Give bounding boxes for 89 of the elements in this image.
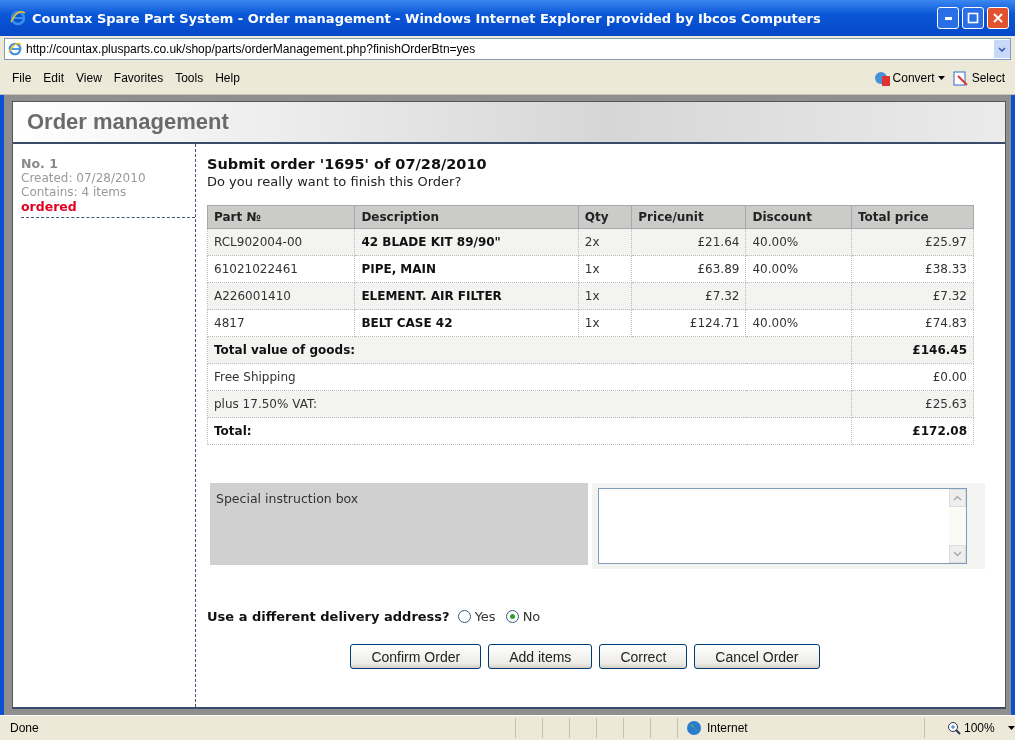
arrow-up-icon [953,495,962,501]
confirm-question: Do you really want to finish this Order? [207,174,463,189]
zoom-control[interactable]: 100% [924,718,1015,738]
column-header: Price/unit [631,205,746,229]
table-cell: ELEMENT. AIR FILTER [354,282,579,310]
column-header: Part № [207,205,355,229]
table-cell: 1x [578,282,632,310]
order-number: No. 1 [21,156,59,171]
close-icon [992,12,1004,24]
table-cell: 40.00% [745,255,852,283]
summary-label: Free Shipping [207,363,852,391]
action-button[interactable]: Add items [488,644,593,669]
summary-label: Total value of goods: [207,336,852,364]
radio-button[interactable] [457,610,471,623]
arrow-down-icon [953,551,962,557]
item-count: Contains: 4 items [21,185,128,199]
status-text: Done [9,721,40,735]
menu-item[interactable]: Favorites [107,71,170,85]
action-button[interactable]: Correct [599,644,688,669]
caret-icon [1007,726,1015,730]
radio-option[interactable]: No [505,609,541,624]
summary-label: Total: [207,417,852,445]
menu-item[interactable]: Edit [37,71,71,85]
instruction-label: Special instruction box [210,483,588,565]
maximize-icon [967,12,979,24]
page-heading: Order management [13,102,1005,144]
page-icon [8,42,22,56]
table-cell: 4817 [207,309,355,337]
summary-label: plus 17.50% VAT: [207,390,852,418]
table-cell: 1x [578,255,632,283]
menu-item[interactable]: View [70,71,108,85]
summary-value: £25.63 [851,390,974,418]
table-cell: BELT CASE 42 [354,309,579,337]
menu-item[interactable]: Tools [169,71,210,85]
delivery-question: Use a different delivery address? [207,609,450,624]
table-cell: A226001410 [207,282,355,310]
order-title: Submit order '1695' of 07/28/2010 [207,156,488,172]
toolbar-button[interactable]: Select [948,70,1009,86]
table-cell: 40.00% [745,309,852,337]
column-header: Qty [578,205,632,229]
radio-option[interactable]: Yes [457,609,496,624]
table-cell: 61021022461 [207,255,355,283]
summary-value: £146.45 [851,336,974,364]
globe-icon [873,70,890,86]
table-cell: £38.33 [851,255,974,283]
summary-value: £0.00 [851,363,974,391]
menu-item[interactable]: File [6,71,38,85]
table-cell: £7.32 [851,282,974,310]
column-header: Total price [851,205,974,229]
instruction-field[interactable] [598,488,967,564]
action-button[interactable]: Confirm Order [350,644,482,669]
globe-icon [686,720,702,736]
browser-logo-icon [10,10,26,26]
table-cell: £7.32 [631,282,746,310]
toolbar-button[interactable]: Convert [869,70,949,86]
table-cell: 40.00% [745,228,852,256]
radio-label: Yes [474,609,496,624]
menu-item[interactable]: Help [209,71,246,85]
radio-button[interactable] [505,610,519,623]
created-date: Created: 07/28/2010 [21,171,147,185]
address-dropdown-button[interactable] [994,40,1010,58]
caret-icon [937,76,945,80]
chevron-down-icon [998,46,1006,52]
table-cell: 2x [578,228,632,256]
radio-label: No [522,609,541,624]
url-text: http://countax.plusparts.co.uk/shop/parts/orderManagement.php?finishOrderBtn=yes [26,42,477,56]
minimize-button[interactable] [937,7,959,29]
table-cell: £25.97 [851,228,974,256]
order-status: ordered [21,199,78,214]
zoom-icon [947,721,961,735]
column-header: Discount [745,205,852,229]
table-cell: £63.89 [631,255,746,283]
document-icon [952,70,969,86]
table-cell: PIPE, MAIN [354,255,579,283]
table-cell: £74.83 [851,309,974,337]
summary-value: £172.08 [851,417,974,445]
table-cell: £21.64 [631,228,746,256]
close-button[interactable] [987,7,1009,29]
column-header: Description [354,205,579,229]
maximize-button[interactable] [962,7,984,29]
address-bar[interactable]: http://countax.plusparts.co.uk/shop/parts/orderManagement.php?finishOrderBtn=yes [4,38,1011,60]
minimize-icon [944,16,952,20]
window-title: Countax Spare Part System - Order management - Windows Internet Explorer provided by Ibcos Computers [32,10,822,26]
table-cell: RCL902004-00 [207,228,355,256]
table-cell: 1x [578,309,632,337]
security-zone: Internet [707,721,748,735]
table-cell: £124.71 [631,309,746,337]
action-button[interactable]: Cancel Order [694,644,820,669]
table-cell: 42 BLADE KIT 89/90" [354,228,579,256]
